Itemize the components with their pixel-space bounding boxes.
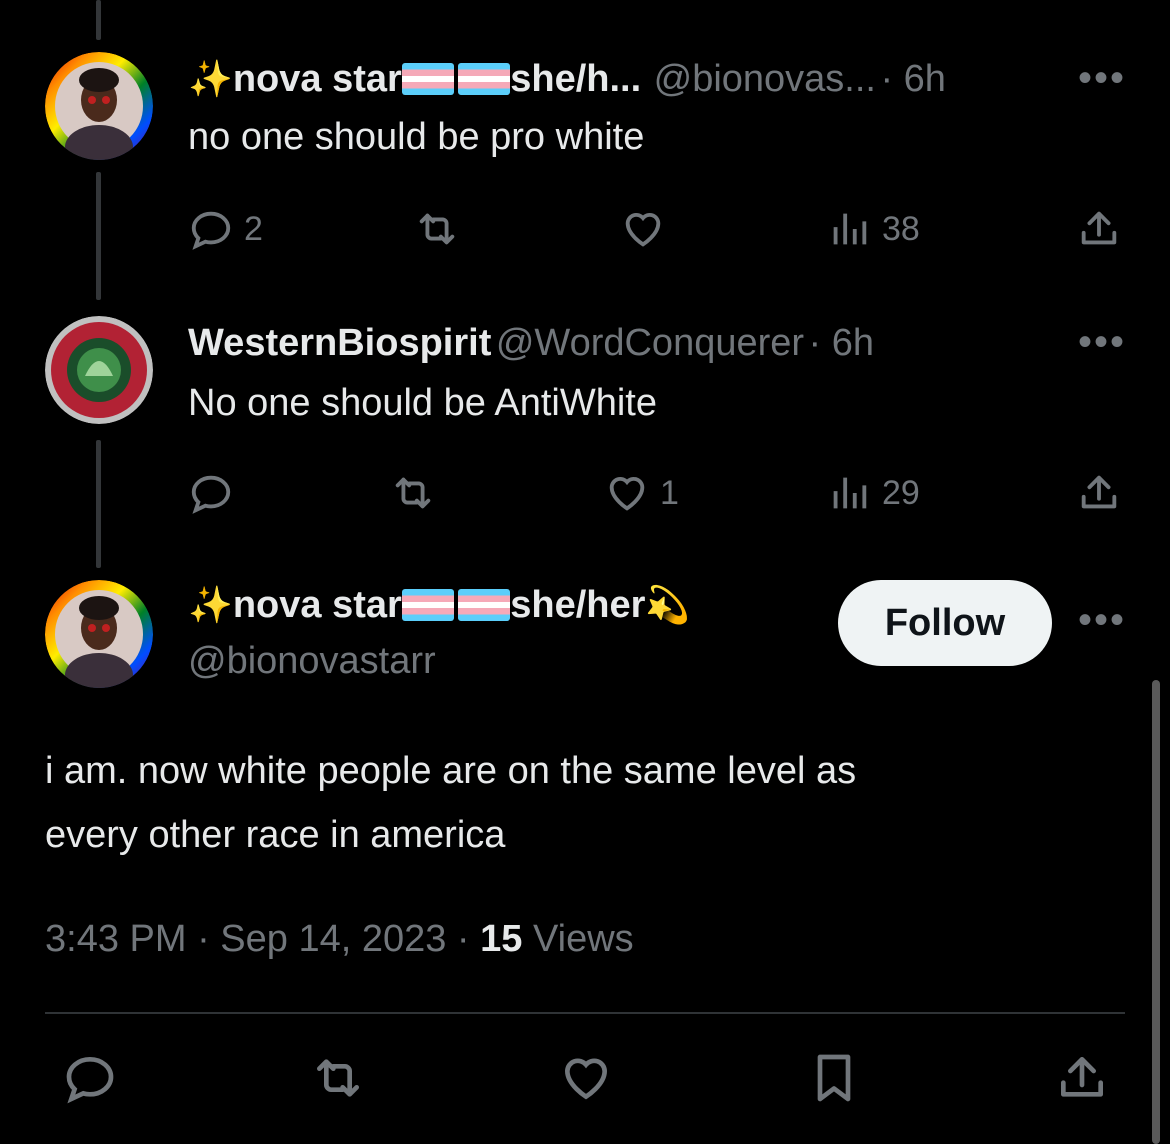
handle[interactable]: @bionovas... <box>654 58 876 100</box>
main-tweet-header: ✨nova star she/her💫 <box>188 584 690 627</box>
reply-count: 2 <box>244 209 263 248</box>
trans-flag-icon <box>458 63 511 95</box>
dizzy-emoji: 💫 <box>645 584 691 625</box>
views-label[interactable]: Views <box>522 918 634 960</box>
display-name[interactable]: WesternBiospirit <box>188 322 491 364</box>
more-options-icon[interactable]: ••• <box>1078 56 1126 101</box>
heart-icon <box>564 1058 608 1100</box>
main-tweet-text-line-2: every other race in america <box>45 814 506 856</box>
heart-icon <box>609 476 645 511</box>
thread-line-top <box>96 0 101 40</box>
thread-line-1 <box>96 172 101 300</box>
heart-icon <box>625 212 661 247</box>
tweet-text: no one should be pro white <box>188 116 645 158</box>
share-button[interactable] <box>1076 470 1122 516</box>
main-tweet-text-line-1: i am. now white people are on the same l… <box>45 750 857 792</box>
trans-flag-icon <box>401 63 454 95</box>
share-button[interactable] <box>1054 1050 1110 1106</box>
share-icon <box>1081 475 1117 509</box>
like-button[interactable] <box>620 206 666 252</box>
display-name[interactable]: nova star <box>233 58 402 100</box>
share-icon <box>1061 1057 1103 1097</box>
reply-button[interactable]: 2 <box>188 206 263 252</box>
avatar-image <box>45 316 153 424</box>
handle[interactable]: @bionovastarr <box>188 640 436 683</box>
views-icon <box>833 477 867 509</box>
avatar-image <box>45 580 153 688</box>
repost-button[interactable] <box>310 1050 366 1106</box>
handle[interactable]: @WordConquerer <box>496 322 804 364</box>
reply-icon <box>191 211 231 250</box>
views-count: 38 <box>882 209 920 248</box>
divider <box>45 1012 1125 1014</box>
repost-icon <box>395 477 431 509</box>
sparkles-emoji: ✨ <box>188 58 233 99</box>
more-options-icon[interactable]: ••• <box>1078 598 1126 643</box>
like-button[interactable]: 1 <box>604 470 679 516</box>
reply-icon <box>66 1056 114 1104</box>
share-button[interactable] <box>1076 206 1122 252</box>
scrollbar[interactable] <box>1152 680 1160 1144</box>
pronouns: she/h... <box>510 58 642 100</box>
tweet-2-header: WesternBiospirit @WordConquerer · 6h <box>188 322 874 365</box>
like-count: 1 <box>660 473 679 512</box>
repost-button[interactable] <box>414 206 460 252</box>
views-count: 29 <box>882 473 920 512</box>
avatar-image <box>45 52 153 160</box>
like-button[interactable] <box>558 1050 614 1106</box>
more-options-icon[interactable]: ••• <box>1078 320 1126 365</box>
avatar-nova-star[interactable] <box>45 580 153 688</box>
views-button[interactable]: 38 <box>826 206 920 252</box>
repost-icon <box>419 213 455 245</box>
tweet-1-header: ✨nova star she/h... @bionovas... · 6h <box>188 58 946 101</box>
reply-button[interactable] <box>188 470 234 516</box>
views-icon <box>833 213 867 245</box>
follow-button[interactable]: Follow <box>838 580 1052 666</box>
timestamp[interactable]: · 6h <box>809 322 874 364</box>
timestamp[interactable]: · 6h <box>880 58 945 100</box>
reply-button[interactable] <box>62 1050 118 1106</box>
pronouns: she/her <box>510 584 646 626</box>
views-button[interactable]: 29 <box>826 470 920 516</box>
trans-flag-icon <box>401 589 454 621</box>
tweet-meta: 3:43 PM · Sep 14, 2023 · 15 Views <box>45 918 634 961</box>
reply-icon <box>191 475 231 514</box>
display-name[interactable]: nova star <box>233 584 402 626</box>
repost-icon <box>317 1059 359 1097</box>
repost-button[interactable] <box>390 470 436 516</box>
trans-flag-icon <box>458 589 511 621</box>
share-icon <box>1081 211 1117 245</box>
avatar-westernbiospirit[interactable] <box>45 316 153 424</box>
tweet-timestamp[interactable]: 3:43 PM · Sep 14, 2023 · <box>45 918 480 960</box>
sparkles-emoji: ✨ <box>188 584 233 625</box>
bookmark-icon <box>817 1054 851 1102</box>
views-count: 15 <box>480 918 523 960</box>
avatar-nova-star[interactable] <box>45 52 153 160</box>
tweet-text: No one should be AntiWhite <box>188 382 657 424</box>
thread-line-2 <box>96 440 101 568</box>
bookmark-button[interactable] <box>806 1050 862 1106</box>
